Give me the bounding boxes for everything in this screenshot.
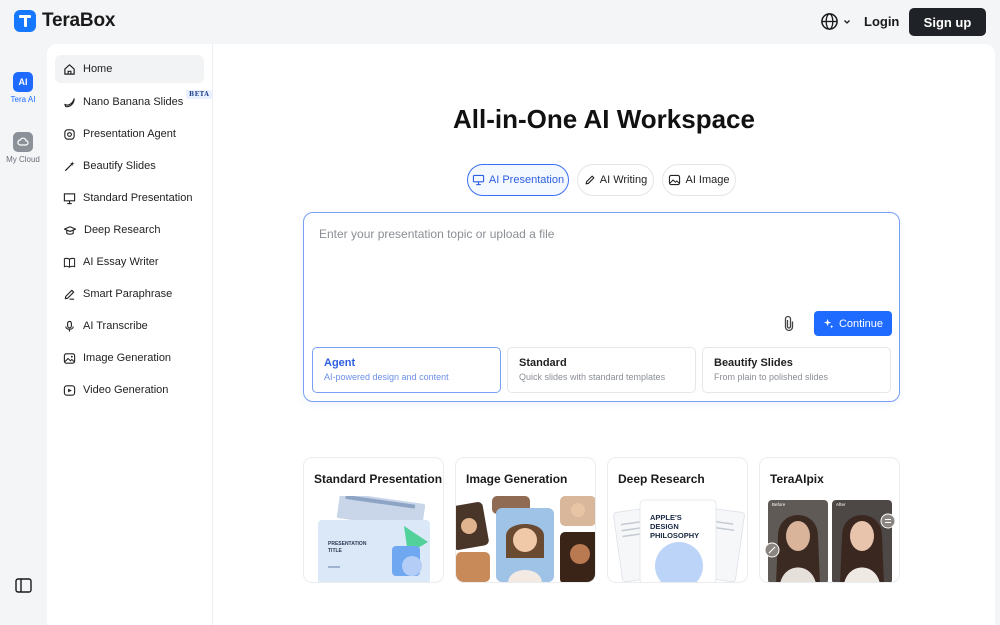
sidebar-item-label: Presentation Agent: [83, 128, 176, 140]
doc-title-line-2: DESIGN: [650, 522, 679, 531]
image-generation-illustration: [456, 496, 595, 582]
sidebar: Home Nano Banana Slides BETA Presentatio…: [47, 44, 213, 625]
ai-icon: AI: [13, 72, 33, 92]
sidebar-item-label: Smart Paraphrase: [83, 288, 173, 300]
pen-icon: [585, 175, 595, 185]
graduation-cap-icon: [63, 225, 77, 235]
sidebar-toggle-button[interactable]: [15, 578, 32, 598]
tab-ai-writing[interactable]: AI Writing: [577, 164, 654, 196]
paperclip-icon: [784, 315, 794, 332]
after-label: After: [836, 502, 846, 507]
mode-title: Standard: [519, 357, 567, 369]
magic-wand-icon: [64, 160, 75, 171]
terabox-logo-icon: [14, 10, 36, 32]
slide-title-line-1: PRESENTATION: [328, 541, 367, 547]
page-title: All-in-One AI Workspace: [453, 104, 755, 134]
image-icon: [63, 352, 76, 364]
sidebar-toggle-icon: [15, 578, 32, 593]
card-title: Standard Presentation: [314, 472, 443, 486]
login-link[interactable]: Login: [864, 14, 899, 29]
slide-title-line-2: TITLE: [328, 548, 343, 554]
sparkle-icon: [823, 318, 834, 329]
sidebar-item-deep-research[interactable]: Deep Research: [55, 216, 204, 244]
card-standard-presentation[interactable]: Standard Presentation PRESENTATION TITLE: [303, 457, 444, 583]
rail-label: My Cloud: [6, 155, 40, 164]
sidebar-item-ai-essay-writer[interactable]: AI Essay Writer: [55, 248, 204, 276]
language-selector[interactable]: [820, 12, 851, 31]
tab-ai-presentation[interactable]: AI Presentation: [467, 164, 569, 196]
sidebar-item-label: Standard Presentation: [83, 192, 193, 204]
continue-button[interactable]: Continue: [814, 311, 892, 336]
doc-title-line-3: PHILOSOPHY: [650, 531, 699, 540]
agent-icon: [64, 128, 75, 140]
microphone-icon: [65, 320, 74, 332]
video-icon: [63, 384, 76, 396]
rail-item-my-cloud[interactable]: My Cloud: [0, 132, 46, 164]
mode-description: From plain to polished slides: [714, 372, 829, 382]
terabox-logo[interactable]: TeraBox: [14, 10, 115, 32]
sidebar-item-ai-transcribe[interactable]: AI Transcribe: [55, 312, 204, 340]
attach-file-button[interactable]: [782, 314, 796, 337]
beta-badge: BETA: [186, 90, 213, 99]
top-bar: TeraBox Login Sign up: [0, 0, 1000, 44]
sidebar-item-video-generation[interactable]: Video Generation: [55, 376, 204, 404]
mode-agent[interactable]: Agent AI-powered design and content: [312, 347, 501, 393]
signup-button[interactable]: Sign up: [909, 8, 986, 36]
brand-name: TeraBox: [42, 10, 116, 31]
sidebar-item-smart-paraphrase[interactable]: Smart Paraphrase: [55, 280, 204, 308]
sidebar-item-label: Nano Banana Slides: [83, 96, 184, 108]
rail-item-tera-ai[interactable]: AI Tera AI: [0, 72, 46, 104]
rail-label: Tera AI: [10, 95, 36, 104]
tab-label: AI Presentation: [488, 174, 565, 186]
presentation-icon: [63, 192, 76, 204]
card-deep-research[interactable]: Deep Research APPLE'S DESIGN PHILOSOPHY: [607, 457, 748, 583]
book-icon: [63, 257, 76, 268]
tab-ai-image[interactable]: AI Image: [662, 164, 736, 196]
sidebar-item-label: Image Generation: [83, 352, 172, 364]
mode-title: Agent: [324, 357, 356, 369]
card-image-generation[interactable]: Image Generation: [455, 457, 596, 583]
teraaipix-before-after-illustration: Before After: [764, 500, 896, 582]
image-icon: [669, 174, 681, 186]
mode-description: Quick slides with standard templates: [519, 372, 666, 382]
cloud-icon: [13, 132, 33, 152]
sidebar-item-home[interactable]: Home: [55, 55, 204, 83]
sidebar-item-label: Home: [83, 63, 113, 75]
deep-research-illustration: APPLE'S DESIGN PHILOSOPHY: [613, 499, 745, 582]
mode-title: Beautify Slides: [714, 357, 793, 369]
sidebar-item-label: AI Essay Writer: [83, 256, 159, 268]
topic-input[interactable]: [319, 227, 879, 307]
sidebar-item-beautify-slides[interactable]: Beautify Slides: [55, 152, 204, 180]
home-icon: [64, 63, 75, 75]
before-label: Before: [772, 502, 786, 507]
sidebar-item-label: AI Transcribe: [83, 320, 148, 332]
sidebar-item-presentation-agent[interactable]: Presentation Agent: [55, 120, 204, 148]
card-teraaipix[interactable]: TeraAIpix Before After: [759, 457, 900, 583]
chevron-down-icon: [844, 19, 850, 24]
continue-label: Continue: [838, 317, 884, 330]
sidebar-item-label: Video Generation: [83, 384, 169, 396]
mode-description: AI-powered design and content: [324, 372, 449, 382]
sidebar-item-standard-presentation[interactable]: Standard Presentation: [55, 184, 204, 212]
prompt-composer: Continue Agent AI-powered design and con…: [303, 212, 900, 402]
doc-title-line-1: APPLE'S: [650, 513, 682, 522]
card-title: Deep Research: [618, 472, 705, 486]
card-title: Image Generation: [466, 472, 568, 486]
globe-icon: [821, 13, 838, 30]
tab-label: AI Writing: [599, 174, 648, 186]
presentation-icon: [472, 174, 485, 186]
card-title: TeraAIpix: [770, 472, 824, 486]
pen-icon: [64, 289, 75, 300]
standard-presentation-illustration: PRESENTATION TITLE: [318, 496, 430, 582]
banana-icon: [64, 97, 75, 107]
sidebar-item-nano-banana-slides[interactable]: Nano Banana Slides BETA: [55, 88, 213, 116]
sidebar-item-label: Beautify Slides: [83, 160, 156, 172]
sidebar-item-label: Deep Research: [84, 224, 161, 236]
mode-beautify-slides[interactable]: Beautify Slides From plain to polished s…: [702, 347, 891, 393]
sidebar-item-image-generation[interactable]: Image Generation: [55, 344, 204, 372]
tab-label: AI Image: [685, 174, 730, 186]
mode-standard[interactable]: Standard Quick slides with standard temp…: [507, 347, 696, 393]
